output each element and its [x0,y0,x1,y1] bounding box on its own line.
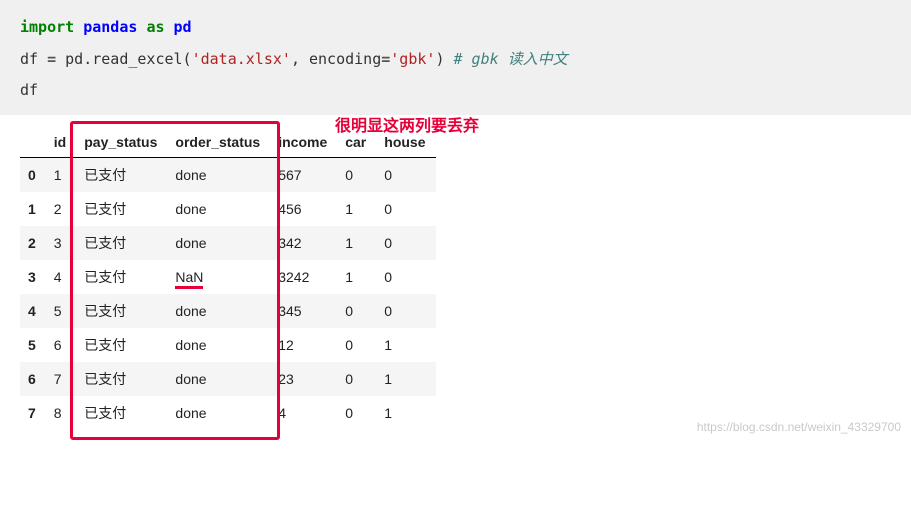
col-order-status: order_status [167,127,270,158]
cell-car: 0 [337,328,376,362]
cell-order_status: done [167,328,270,362]
cell-pay_status: 已支付 [76,226,167,260]
cell-order_status: done [167,362,270,396]
keyword-import: import [20,18,74,36]
code-line-3: df [20,75,891,107]
cell-id: 7 [46,362,76,396]
cell-id: 4 [46,260,76,294]
watermark: https://blog.csdn.net/weixin_43329700 [697,420,901,434]
module-alias: pd [174,18,192,36]
cell-order_status: done [167,192,270,226]
string-literal: 'data.xlsx' [192,50,291,68]
table-row: 12已支付done45610 [20,192,436,226]
dataframe-table: id pay_status order_status income car ho… [20,127,436,430]
cell-income: 3242 [270,260,337,294]
cell-order_status: done [167,294,270,328]
code-block: import pandas as pd df = pd.read_excel('… [0,0,911,115]
table-row: 56已支付done1201 [20,328,436,362]
cell-income: 4 [270,396,337,430]
cell-pay_status: 已支付 [76,396,167,430]
cell-order_status: done [167,396,270,430]
index-header [20,127,46,158]
cell-pay_status: 已支付 [76,328,167,362]
var-df: df [20,81,38,99]
table-row: 78已支付done401 [20,396,436,430]
table-row: 01已支付done56700 [20,157,436,192]
row-index: 5 [20,328,46,362]
cell-pay_status: 已支付 [76,260,167,294]
row-index: 7 [20,396,46,430]
cell-income: 456 [270,192,337,226]
cell-income: 12 [270,328,337,362]
row-index: 1 [20,192,46,226]
cell-house: 0 [376,226,435,260]
table-row: 45已支付done34500 [20,294,436,328]
cell-pay_status: 已支付 [76,192,167,226]
nan-value: NaN [175,269,203,289]
code-comment: # gbk 读入中文 [454,50,568,68]
cell-order_status: done [167,226,270,260]
cell-car: 1 [337,192,376,226]
cell-order_status: done [167,157,270,192]
cell-pay_status: 已支付 [76,157,167,192]
cell-order_status: NaN [167,260,270,294]
cell-income: 567 [270,157,337,192]
row-index: 0 [20,157,46,192]
cell-pay_status: 已支付 [76,362,167,396]
cell-car: 1 [337,260,376,294]
annotation-text: 很明显这两列要丢弃 [335,112,479,136]
cell-car: 0 [337,396,376,430]
cell-car: 0 [337,157,376,192]
cell-house: 1 [376,362,435,396]
col-income: income [270,127,337,158]
cell-house: 0 [376,157,435,192]
code-line-2: df = pd.read_excel('data.xlsx', encoding… [20,44,891,76]
cell-id: 6 [46,328,76,362]
cell-income: 345 [270,294,337,328]
keyword-as: as [146,18,164,36]
cell-income: 23 [270,362,337,396]
cell-house: 1 [376,396,435,430]
row-index: 3 [20,260,46,294]
code-line-1: import pandas as pd [20,12,891,44]
col-pay-status: pay_status [76,127,167,158]
cell-house: 0 [376,192,435,226]
dataframe-output: id pay_status order_status income car ho… [0,115,911,440]
table-row: 34已支付 NaN 324210 [20,260,436,294]
cell-car: 0 [337,294,376,328]
col-id: id [46,127,76,158]
cell-id: 2 [46,192,76,226]
cell-id: 3 [46,226,76,260]
cell-house: 0 [376,294,435,328]
cell-car: 1 [337,226,376,260]
cell-id: 5 [46,294,76,328]
cell-car: 0 [337,362,376,396]
cell-id: 8 [46,396,76,430]
cell-pay_status: 已支付 [76,294,167,328]
var-df: df [20,50,47,68]
cell-house: 1 [376,328,435,362]
table-row: 67已支付done2301 [20,362,436,396]
cell-house: 0 [376,260,435,294]
string-literal: 'gbk' [390,50,435,68]
row-index: 2 [20,226,46,260]
row-index: 6 [20,362,46,396]
table-row: 23已支付done34210 [20,226,436,260]
row-index: 4 [20,294,46,328]
cell-id: 1 [46,157,76,192]
module-name: pandas [83,18,137,36]
cell-income: 342 [270,226,337,260]
